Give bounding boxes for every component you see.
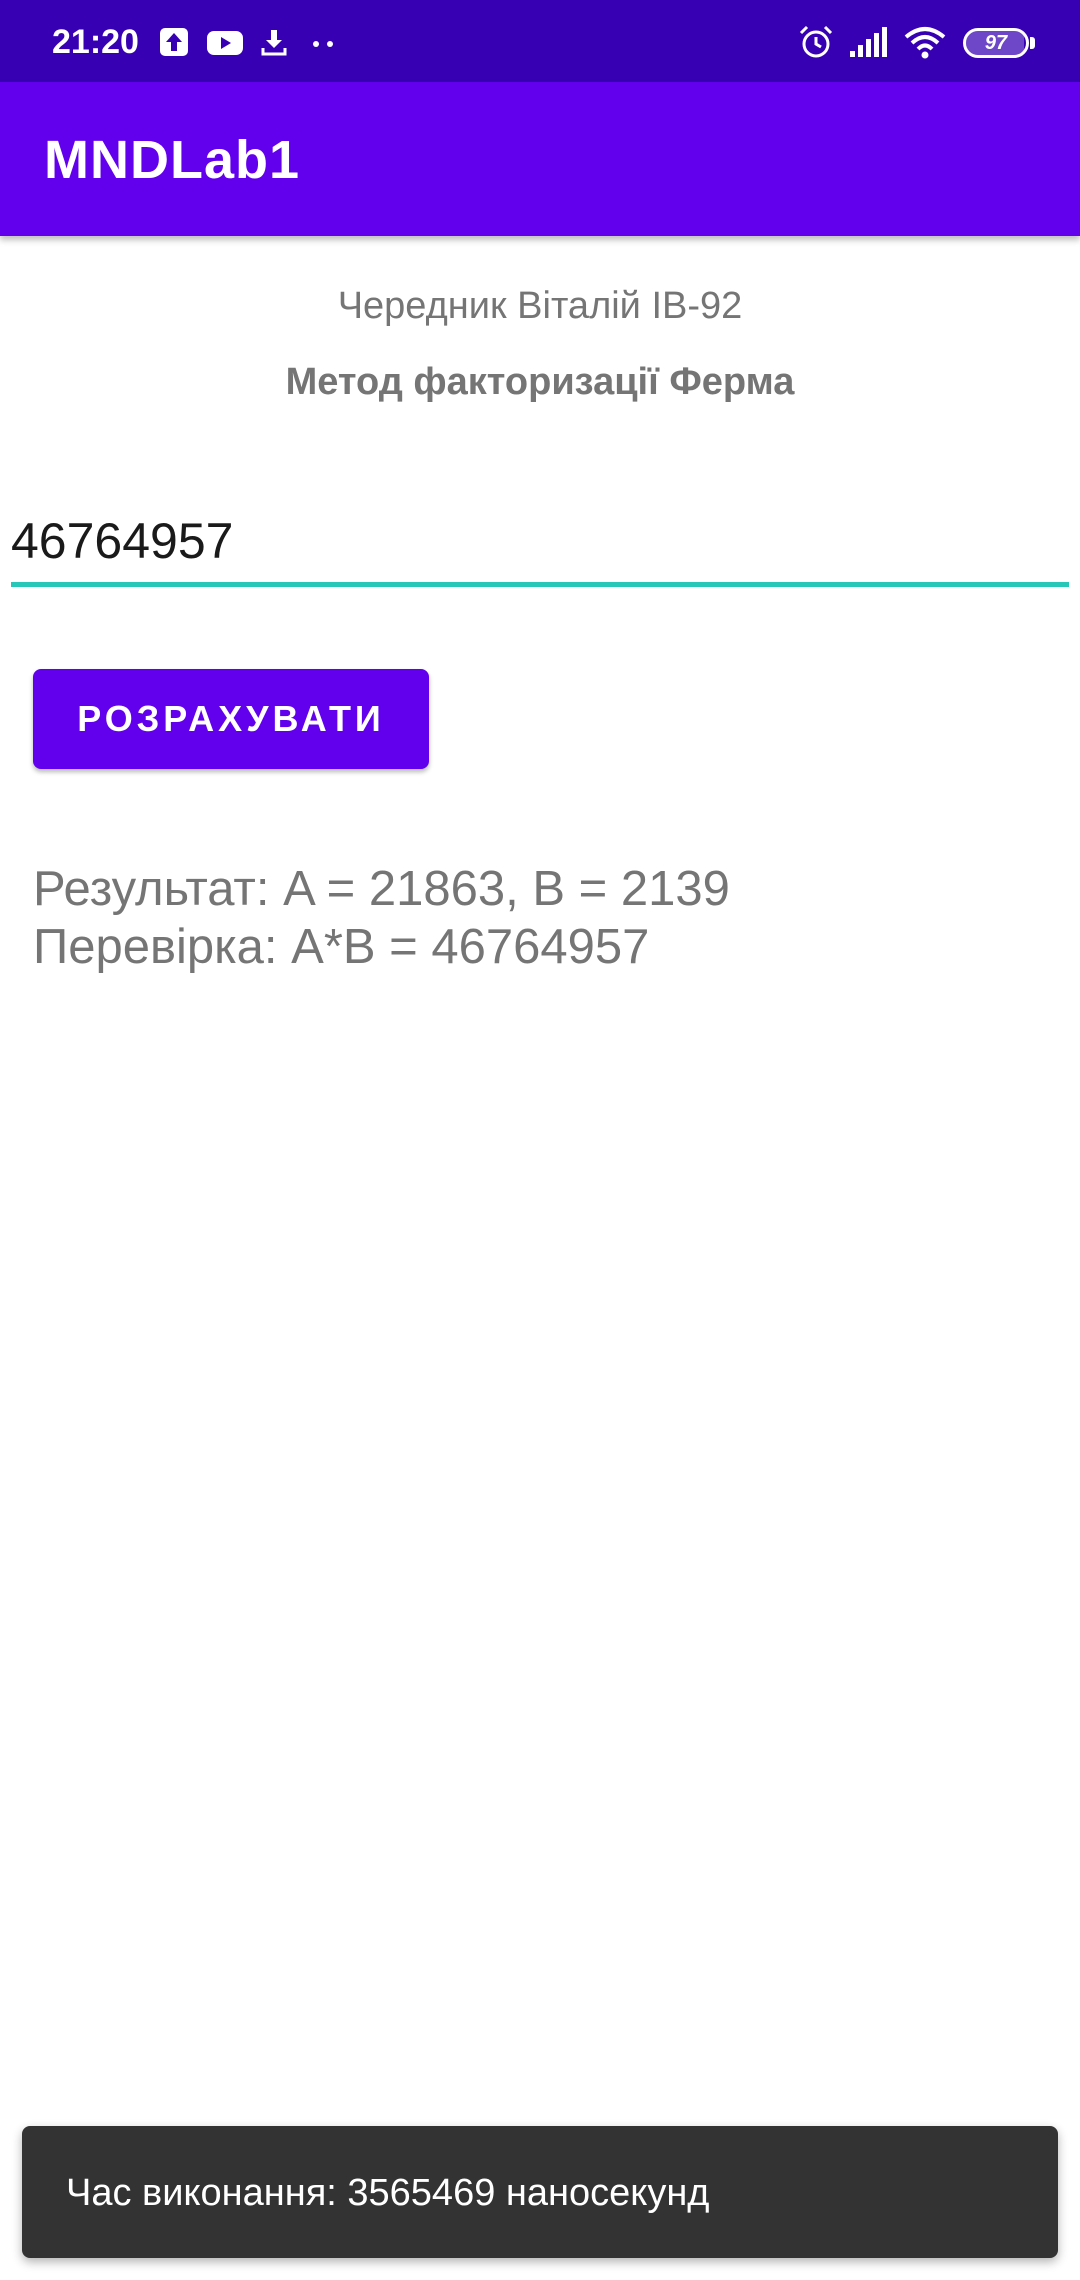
upload-icon — [160, 28, 188, 56]
cell-signal-icon — [850, 27, 887, 57]
method-title: Метод факторизації Ферма — [285, 361, 795, 403]
download-icon — [261, 30, 287, 56]
check-text: Перевірка: A*B = 46764957 — [33, 920, 650, 974]
calculate-button[interactable]: РОЗРАХУВАТИ — [33, 669, 429, 769]
number-input[interactable] — [11, 500, 1069, 582]
app-title: MNDLab1 — [44, 130, 301, 190]
author-label: Чередник Віталій ІВ-92 — [337, 285, 743, 327]
status-bar: 21:20 97 — [0, 0, 1080, 82]
toast-text: Час виконання: 3565469 наносекунд — [66, 2172, 710, 2214]
battery-nub — [1030, 37, 1035, 49]
app-bar: MNDLab1 — [0, 82, 1080, 236]
battery-level: 97 — [984, 32, 1008, 54]
alarm-icon — [799, 25, 833, 58]
number-input-container — [11, 500, 1069, 590]
app-screen: 21:20 97 MNDLab1 Чередник Віталій ІВ-92 … — [0, 0, 1080, 2280]
input-underline — [11, 582, 1069, 587]
youtube-icon — [207, 31, 243, 55]
more-dots-icon — [313, 41, 333, 47]
execution-time-toast: Час виконання: 3565469 наносекунд — [22, 2126, 1058, 2258]
status-time: 21:20 — [52, 23, 139, 61]
wifi-icon — [904, 27, 946, 59]
battery-icon: 97 — [963, 28, 1029, 58]
result-text: Результат: A = 21863, B = 2139 — [33, 862, 730, 916]
